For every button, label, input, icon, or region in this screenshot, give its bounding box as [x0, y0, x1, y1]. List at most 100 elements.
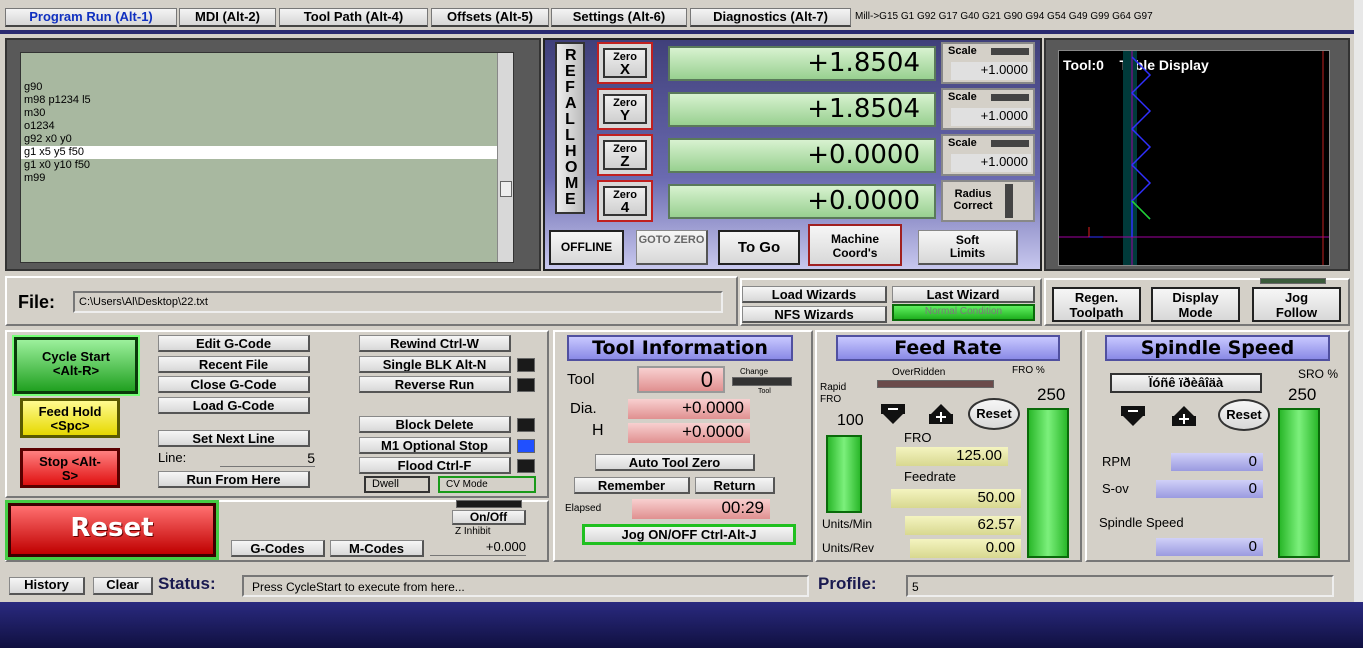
close-gcode-button[interactable]: Close G-Code — [158, 376, 310, 393]
last-wizard-button[interactable]: Last Wizard — [892, 286, 1035, 303]
zero-y-button[interactable]: Zero Y — [597, 88, 653, 130]
gcode-line[interactable]: g1 x5 y5 f50 — [21, 146, 513, 159]
jog-onoff-button[interactable]: Jog ON/OFF Ctrl-Alt-J — [582, 524, 796, 545]
history-button[interactable]: History — [9, 577, 85, 595]
line-value-field[interactable]: 5 — [220, 450, 315, 467]
units-rev-value: 0.00 — [910, 539, 1021, 558]
gcode-line[interactable]: m30 — [21, 107, 513, 120]
sro-slider[interactable] — [1278, 408, 1320, 558]
remember-button[interactable]: Remember — [574, 477, 690, 494]
sro-up-button[interactable] — [1168, 404, 1202, 428]
dro-4-value[interactable]: +0.0000 — [668, 184, 936, 219]
fro-value[interactable]: 125.00 — [896, 447, 1008, 466]
sro-down-button[interactable] — [1117, 404, 1151, 428]
return-button[interactable]: Return — [695, 477, 775, 494]
tab-program-run[interactable]: Program Run (Alt-1) — [5, 8, 177, 27]
block-delete-button[interactable]: Block Delete — [359, 416, 511, 433]
jog-follow-button[interactable]: Jog Follow — [1252, 287, 1341, 322]
m1-optional-stop-button[interactable]: M1 Optional Stop — [359, 437, 511, 454]
overridden-led — [877, 380, 994, 388]
z-inhibit-value[interactable]: +0.000 — [430, 539, 526, 556]
rpm-label: RPM — [1102, 454, 1131, 469]
auto-tool-zero-button[interactable]: Auto Tool Zero — [595, 454, 755, 471]
run-from-here-button[interactable]: Run From Here — [158, 471, 310, 488]
dia-field[interactable]: +0.0000 — [628, 399, 750, 419]
tab-offsets[interactable]: Offsets (Alt-5) — [431, 8, 549, 27]
zero-4-button[interactable]: Zero 4 — [597, 180, 653, 222]
zero-z-button[interactable]: Zero Z — [597, 134, 653, 176]
gcode-line[interactable]: m98 p1234 l5 — [21, 94, 513, 107]
single-block-button[interactable]: Single BLK Alt-N — [359, 356, 511, 373]
tab-mdi[interactable]: MDI (Alt-2) — [179, 8, 276, 27]
radius-correct-led — [1005, 184, 1013, 218]
scale-z-panel[interactable]: Scale +1.0000 — [941, 134, 1035, 176]
gcode-scrollbar[interactable] — [497, 53, 513, 262]
feedrate-value[interactable]: 50.00 — [891, 489, 1021, 508]
soft-limits-button[interactable]: Soft Limits — [918, 230, 1018, 265]
zero-x-button[interactable]: Zero X — [597, 42, 653, 84]
gcode-line[interactable]: g1 x0 y10 f50 — [21, 159, 513, 172]
display-mode-button[interactable]: Display Mode — [1151, 287, 1240, 322]
cycle-start-button[interactable]: Cycle Start <Alt-R> — [14, 337, 138, 394]
recent-file-button[interactable]: Recent File — [158, 356, 310, 373]
regen-toolpath-button[interactable]: Regen. Toolpath — [1052, 287, 1141, 322]
tab-settings[interactable]: Settings (Alt-6) — [551, 8, 687, 27]
single-block-led — [517, 358, 535, 372]
tab-diagnostics[interactable]: Diagnostics (Alt-7) — [690, 8, 851, 27]
flood-button[interactable]: Flood Ctrl-F — [359, 457, 511, 474]
toolpath-display[interactable]: Tool:0 Table Display — [1058, 50, 1330, 266]
fro-slider[interactable] — [1027, 408, 1069, 558]
fro-down-button[interactable] — [876, 402, 910, 426]
offline-button[interactable]: OFFLINE — [549, 230, 624, 265]
mcodes-button[interactable]: M-Codes — [330, 540, 424, 557]
tool-label: Tool — [567, 371, 595, 388]
gcode-line[interactable]: g92 x0 y0 — [21, 133, 513, 146]
ref-all-home-button[interactable]: REF ALL HOME — [555, 42, 585, 214]
to-go-button[interactable]: To Go — [718, 230, 800, 265]
fro-up-button[interactable] — [924, 402, 958, 426]
spindle-cw-button[interactable]: Ïóñê ïðèâîäà — [1110, 373, 1262, 393]
z-inhibit-toggle-button[interactable]: On/Off — [452, 510, 526, 525]
reverse-run-button[interactable]: Reverse Run — [359, 376, 511, 393]
scale-y-panel[interactable]: Scale +1.0000 — [941, 88, 1035, 130]
set-next-line-button[interactable]: Set Next Line — [158, 430, 310, 447]
gcode-line[interactable]: m99 — [21, 172, 513, 185]
change-tool-sublabel: Tool — [758, 388, 771, 395]
gcodes-button[interactable]: G-Codes — [231, 540, 325, 557]
gcode-line[interactable]: g90 — [21, 81, 513, 94]
h-field[interactable]: +0.0000 — [628, 423, 750, 443]
gcode-list[interactable]: g90 m98 p1234 l5 m30 o1234 g92 x0 y0 g1 x5 y5… — [20, 52, 514, 263]
arrow-up-icon — [1172, 406, 1196, 426]
units-min-value: 62.57 — [905, 516, 1021, 535]
scroll-thumb[interactable] — [500, 181, 512, 197]
radius-correct-button[interactable]: Radius Correct — [941, 180, 1035, 222]
tab-tool-path[interactable]: Tool Path (Alt-4) — [279, 8, 428, 27]
load-gcode-button[interactable]: Load G-Code — [158, 397, 310, 414]
stop-button[interactable]: Stop <Alt-S> — [20, 448, 120, 488]
edit-gcode-button[interactable]: Edit G-Code — [158, 335, 310, 352]
tool-number-field[interactable]: 0 — [637, 366, 725, 393]
scale-x-panel[interactable]: Scale +1.0000 — [941, 42, 1035, 84]
dro-y-value[interactable]: +1.8504 — [668, 92, 936, 127]
goto-zero-button[interactable]: GOTO ZERO — [636, 230, 708, 265]
elapsed-time: 00:29 — [632, 499, 770, 519]
feed-hold-button[interactable]: Feed Hold <Spc> — [20, 398, 120, 438]
rewind-button[interactable]: Rewind Ctrl-W — [359, 335, 511, 352]
rapid-fro-value: 100 — [837, 412, 864, 429]
clear-button[interactable]: Clear — [93, 577, 153, 595]
h-label: H — [592, 422, 604, 439]
reset-button[interactable]: Reset — [8, 503, 216, 557]
nfs-wizards-button[interactable]: NFS Wizards — [742, 306, 887, 323]
dro-z-value[interactable]: +0.0000 — [668, 138, 936, 173]
dro-x-value[interactable]: +1.8504 — [668, 46, 936, 81]
sro-reset-button[interactable]: Reset — [1218, 399, 1270, 431]
scale-led — [991, 94, 1029, 101]
arrow-down-icon — [881, 404, 905, 424]
status-label: Status: — [158, 574, 216, 593]
load-wizards-button[interactable]: Load Wizards — [742, 286, 887, 303]
fro-reset-button[interactable]: Reset — [968, 398, 1020, 430]
scale-label: Scale — [948, 91, 977, 103]
rapid-fro-slider[interactable] — [826, 435, 862, 513]
gcode-line[interactable]: o1234 — [21, 120, 513, 133]
machine-coords-button[interactable]: Machine Coord's — [808, 224, 902, 266]
